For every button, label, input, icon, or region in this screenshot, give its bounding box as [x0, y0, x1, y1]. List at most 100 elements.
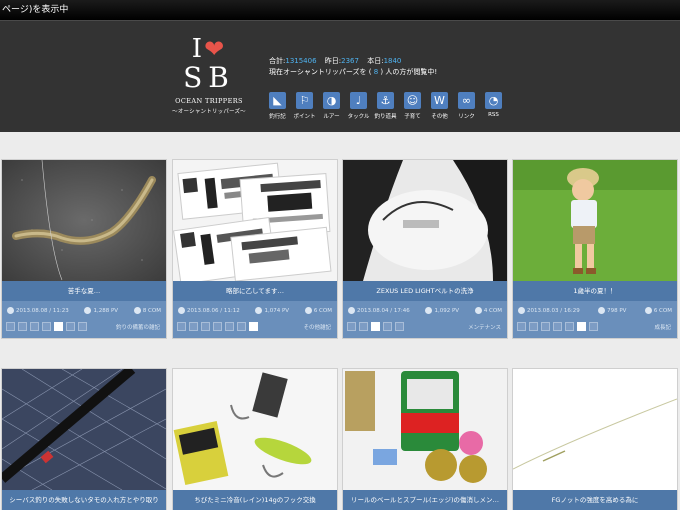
nav-links[interactable]: ∞ リンク: [453, 92, 480, 120]
link-icon: ∞: [458, 92, 475, 109]
clock-icon: [178, 307, 185, 314]
baby-icon: [577, 322, 586, 331]
wordpress-icon: [249, 322, 258, 331]
wordpress-icon: W: [431, 92, 448, 109]
logo-sb: SB: [183, 61, 235, 94]
post-thumbnail[interactable]: [513, 160, 677, 281]
nav-fishing-log[interactable]: ◣ 釣行記: [264, 92, 291, 120]
online-prefix: 現在オーシャントリッパーズを: [269, 68, 367, 76]
status-text: ページ)を表示中: [0, 0, 680, 20]
lure-icon: ◑: [323, 92, 340, 109]
rss-icon: ◔: [485, 92, 502, 109]
post-card[interactable]: 略部に乙してます… 2013.08.06 / 11:12 1,074 PV 6 …: [172, 159, 338, 339]
comment-icon: [644, 307, 652, 314]
comment-icon: [474, 307, 482, 314]
clock-icon: [7, 307, 14, 314]
access-counter: 合計:1315406 昨日:2367 本日:1840 現在オーシャントリッパーズ…: [269, 56, 437, 78]
category-marker-icon: [189, 322, 198, 331]
heart-icon: ❤: [204, 35, 227, 63]
category-marker-icon: [6, 322, 15, 331]
baby-icon: ☺: [404, 92, 421, 109]
post-category[interactable]: メンテナンス: [468, 323, 501, 331]
site-header: I❤ SB OCEAN TRIPPERS ～オーシャントリッパーズ～ 合計:13…: [0, 20, 680, 132]
clock-icon: [348, 307, 355, 314]
eye-icon: [598, 307, 606, 314]
post-title[interactable]: 1歳半の夏！！: [513, 281, 677, 301]
online-count: 8: [373, 68, 379, 76]
category-marker-icon: [225, 322, 234, 331]
yesterday-label: 昨日:: [324, 57, 342, 65]
post-thumbnail[interactable]: [2, 369, 166, 490]
category-marker-icon: [78, 322, 87, 331]
post-card[interactable]: リールのベールとスプール(エッジ)の傷消しメン…: [342, 368, 508, 510]
post-card[interactable]: FGノットの強度を高める為に: [512, 368, 678, 510]
post-card[interactable]: 苦手な夏… 2013.08.08 / 11:23 1,288 PV 8 COM …: [1, 159, 167, 339]
post-category[interactable]: 釣りの備蓄の雑記: [116, 323, 160, 331]
post-thumbnail[interactable]: [173, 369, 337, 490]
category-marker-icon: [541, 322, 550, 331]
nav-point[interactable]: ⚐ ポイント: [291, 92, 318, 120]
logo-subtitle: ～オーシャントリッパーズ～: [172, 109, 246, 115]
post-meta: 2013.08.08 / 11:23 1,288 PV 8 COM 釣りの備蓄の…: [2, 301, 166, 338]
category-nav: ◣ 釣行記 ⚐ ポイント ◑ ルアー ♩ タックル ⚓ 釣り道具 ☺ 子育て W その他 ∞ リ…: [264, 92, 507, 120]
post-title[interactable]: ちびたミニ冷音(レイン)14gのフック交換: [173, 490, 337, 510]
logo-name: OCEAN TRIPPERS: [175, 97, 243, 105]
post-title[interactable]: FGノットの強度を高める為に: [513, 490, 677, 510]
nav-other[interactable]: W その他: [426, 92, 453, 120]
post-thumbnail[interactable]: [343, 369, 507, 490]
nav-tackle[interactable]: ♩ タックル: [345, 92, 372, 120]
post-meta: 2013.08.06 / 11:12 1,074 PV 6 COM その他雑記: [173, 301, 337, 338]
post-thumbnail[interactable]: [2, 160, 166, 281]
nav-parenting[interactable]: ☺ 子育て: [399, 92, 426, 120]
category-marker-icon: [177, 322, 186, 331]
eye-icon: [255, 307, 263, 314]
hook-icon: ⚓: [377, 92, 394, 109]
post-title[interactable]: リールのベールとスプール(エッジ)の傷消しメン…: [343, 490, 507, 510]
category-marker-icon: [553, 322, 562, 331]
post-card[interactable]: シーバス釣りの失敗しないタモの入れ方とやり取り: [1, 368, 167, 510]
hook-icon: [371, 322, 380, 331]
category-marker-icon: [565, 322, 574, 331]
post-title[interactable]: 略部に乙してます…: [173, 281, 337, 301]
category-marker-icon: [517, 322, 526, 331]
fishing-log-icon: ◣: [269, 92, 286, 109]
total-label: 合計:: [269, 57, 286, 65]
post-thumbnail[interactable]: [173, 160, 337, 281]
eye-icon: [84, 307, 92, 314]
category-marker-icon: [237, 322, 246, 331]
post-meta: 2013.08.04 / 17:46 1,092 PV 4 COM メンテナンス: [343, 301, 507, 338]
post-thumbnail[interactable]: [343, 160, 507, 281]
post-card[interactable]: 1歳半の夏！！ 2013.08.03 / 16:29 798 PV 6 COM …: [512, 159, 678, 339]
post-title[interactable]: シーバス釣りの失敗しないタモの入れ方とやり取り: [2, 490, 166, 510]
category-marker-icon: [66, 322, 75, 331]
category-marker-icon: [589, 322, 598, 331]
yesterday-value: 2367: [341, 57, 359, 65]
nav-lure[interactable]: ◑ ルアー: [318, 92, 345, 120]
category-marker-icon: [18, 322, 27, 331]
post-meta: 2013.08.03 / 16:29 798 PV 6 COM 成長記: [513, 301, 677, 338]
comment-icon: [304, 307, 312, 314]
post-title[interactable]: ZEXUS LED LIGHTベルトの洗浄: [343, 281, 507, 301]
category-marker-icon: [42, 322, 51, 331]
online-open: (: [368, 68, 372, 76]
point-icon: ⚐: [296, 92, 313, 109]
category-marker-icon: [201, 322, 210, 331]
post-title[interactable]: 苦手な夏…: [2, 281, 166, 301]
nav-rss[interactable]: ◔ RSS: [480, 92, 507, 120]
category-marker-icon: [359, 322, 368, 331]
post-card[interactable]: ちびたミニ冷音(レイン)14gのフック交換: [172, 368, 338, 510]
nav-fishing-gear[interactable]: ⚓ 釣り道具: [372, 92, 399, 120]
category-marker-icon: [529, 322, 538, 331]
post-category[interactable]: その他雑記: [303, 323, 331, 331]
logo-letter-i: I: [191, 34, 205, 64]
total-value: 1315406: [285, 57, 317, 65]
category-marker-icon: [213, 322, 222, 331]
site-logo[interactable]: I❤ SB OCEAN TRIPPERS ～オーシャントリッパーズ～: [168, 35, 250, 127]
post-category[interactable]: 成長記: [654, 323, 671, 331]
today-label: 本日:: [367, 57, 384, 65]
today-value: 1840: [383, 57, 402, 65]
hook-icon: [54, 322, 63, 331]
post-thumbnail[interactable]: [513, 369, 677, 490]
post-card[interactable]: ZEXUS LED LIGHTベルトの洗浄 2013.08.04 / 17:46…: [342, 159, 508, 339]
category-marker-icon: [383, 322, 392, 331]
